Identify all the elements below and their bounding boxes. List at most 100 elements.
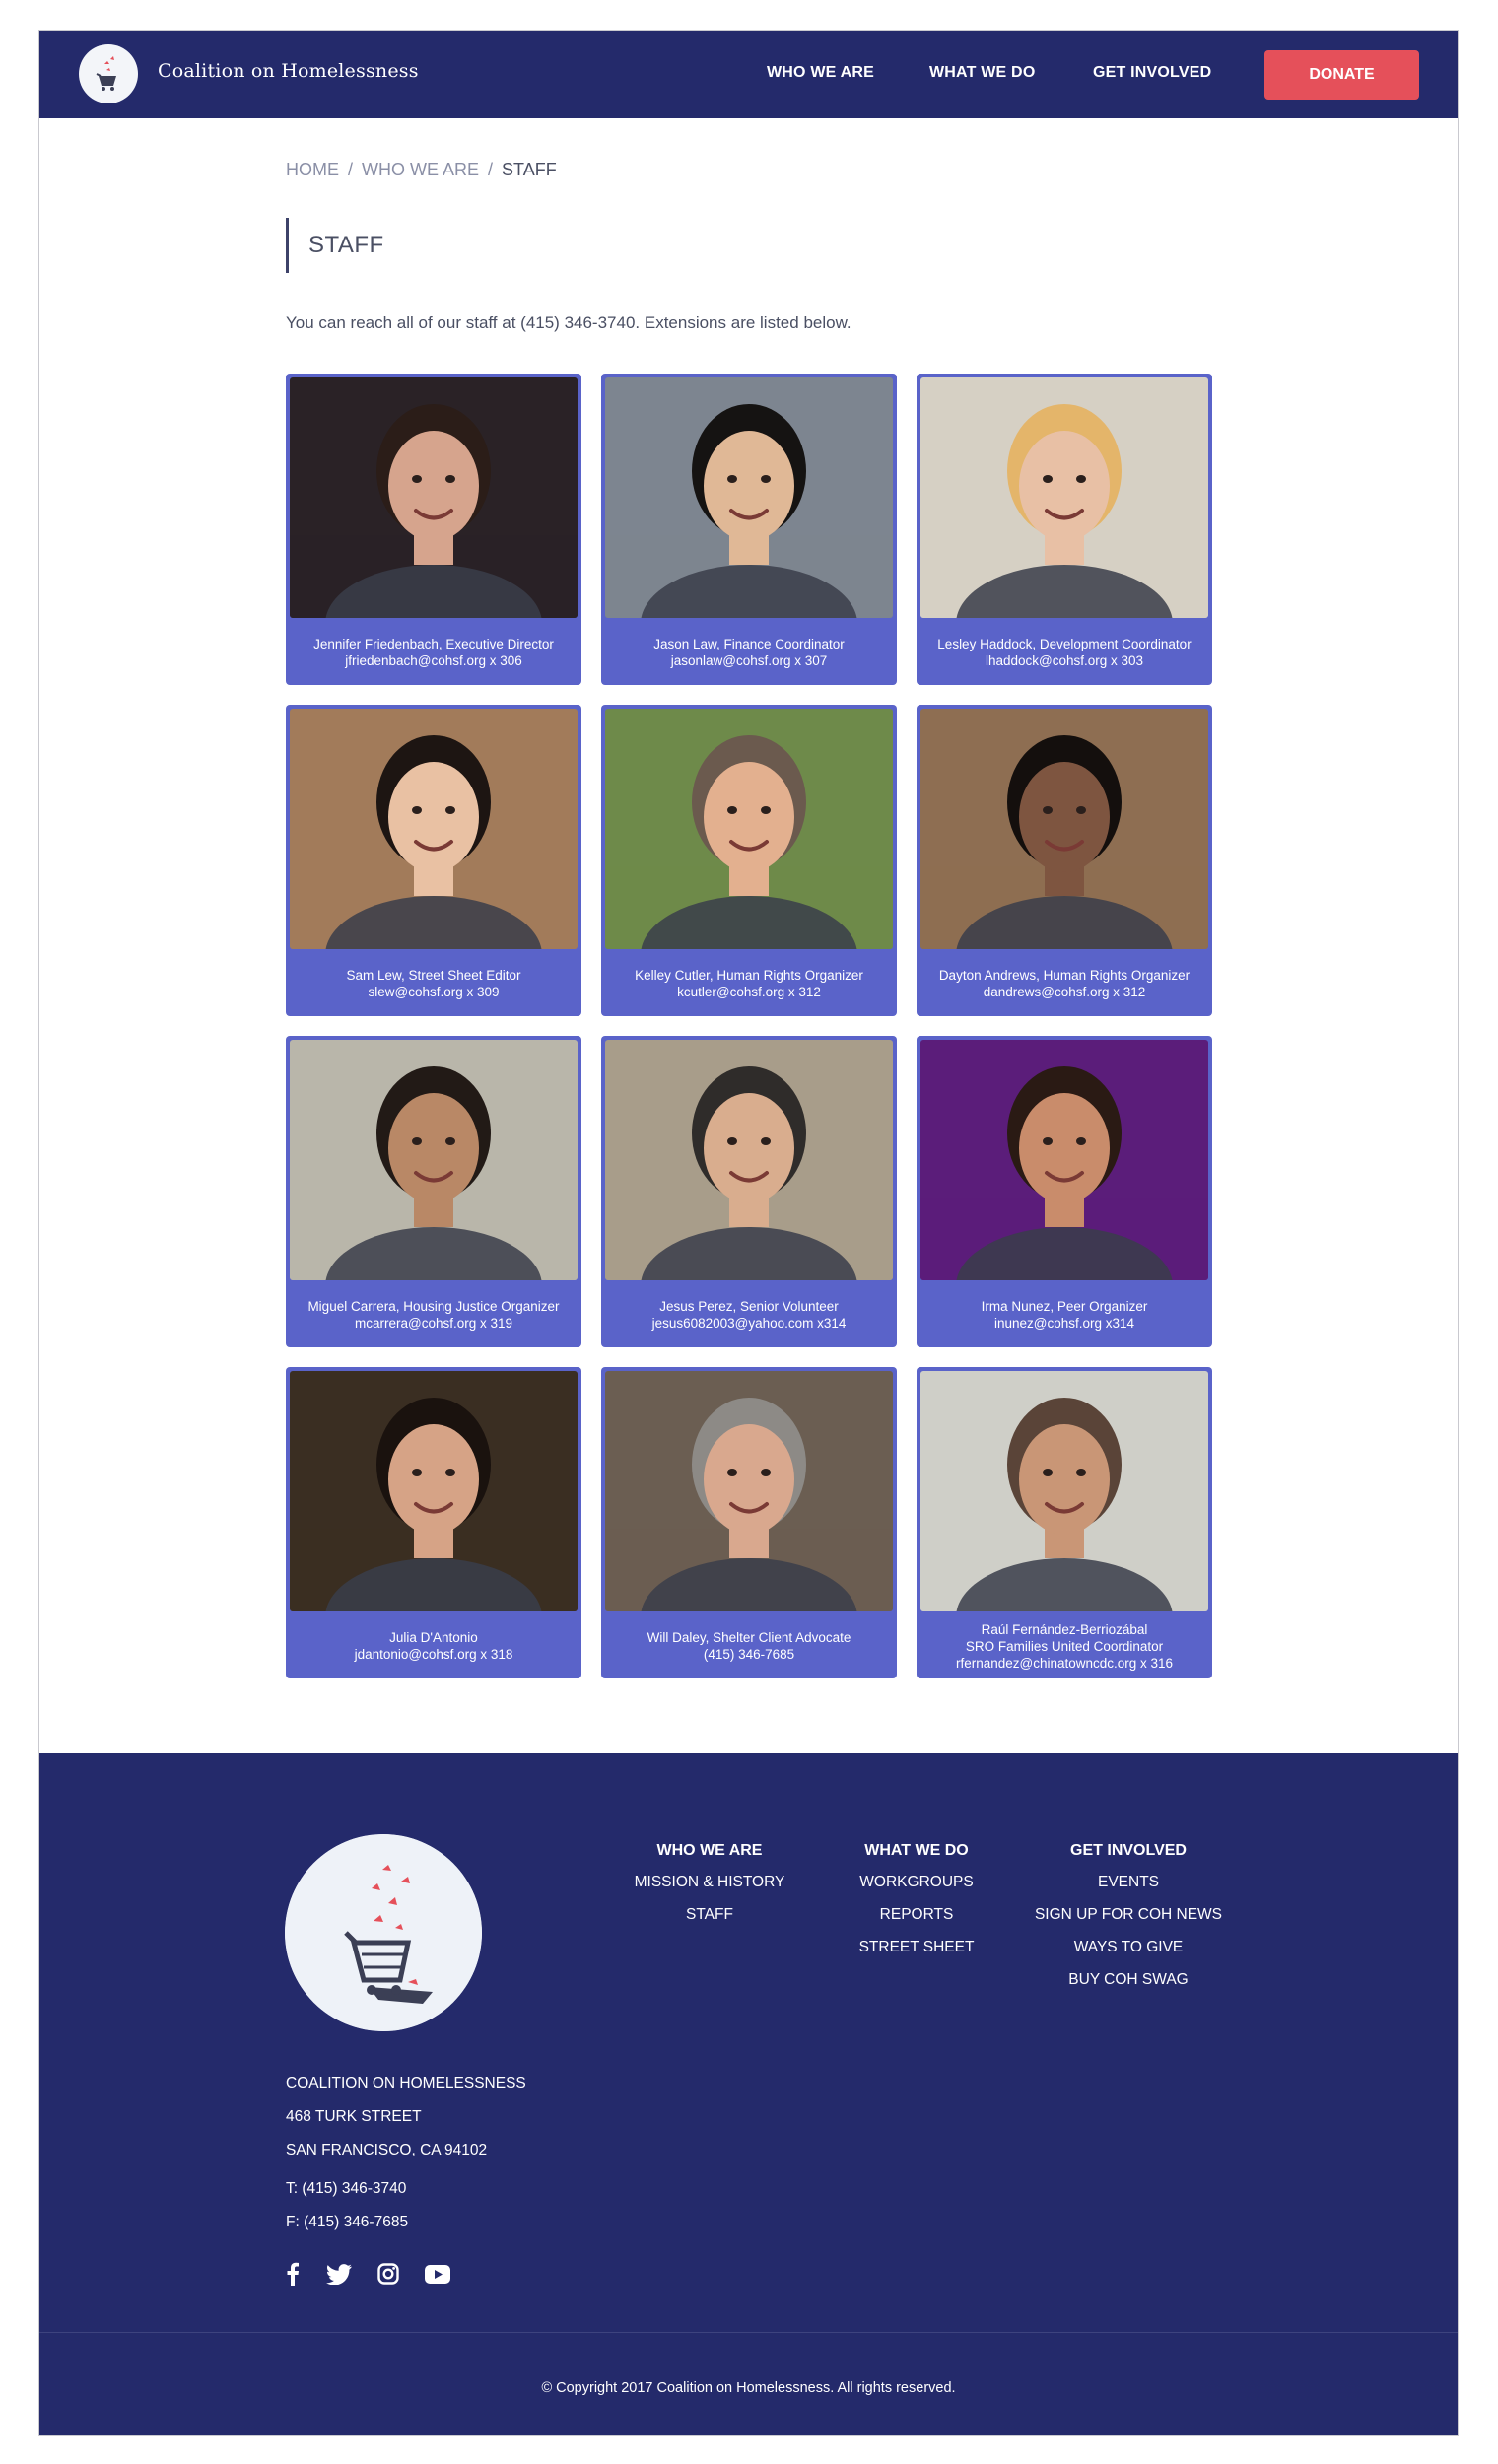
staff-caption: Miguel Carrera, Housing Justice Organize… xyxy=(290,1298,578,1332)
staff-photo xyxy=(290,377,578,618)
staff-caption: Irma Nunez, Peer Organizer inunez@cohsf.o… xyxy=(920,1298,1208,1332)
footer-col-what-we-do: WHAT WE DO WORKGROUPS REPORTS STREET SHE… xyxy=(838,1842,995,1971)
staff-card: Lesley Haddock, Development Coordinator l… xyxy=(917,374,1212,685)
footer-street: 468 TURK STREET xyxy=(286,2108,422,2125)
staff-photo xyxy=(605,1371,893,1611)
footer-link-reports[interactable]: REPORTS xyxy=(838,1906,995,1924)
staff-contact[interactable]: kcutler@cohsf.org x 312 xyxy=(605,984,893,1000)
footer-city: SAN FRANCISCO, CA 94102 xyxy=(286,2142,488,2158)
staff-photo xyxy=(920,377,1208,618)
staff-contact[interactable]: (415) 346-7685 xyxy=(605,1646,893,1663)
staff-contact[interactable]: jfriedenbach@cohsf.org x 306 xyxy=(290,652,578,669)
staff-caption: Julia D'Antonio jdantonio@cohsf.org x 318 xyxy=(290,1629,578,1663)
staff-card: Dayton Andrews, Human Rights Organizer da… xyxy=(917,705,1212,1016)
page-title-block: STAFF xyxy=(286,218,384,273)
staff-name: Julia D'Antonio xyxy=(389,1630,478,1645)
staff-contact[interactable]: slew@cohsf.org x 309 xyxy=(290,984,578,1000)
staff-card: Julia D'Antonio jdantonio@cohsf.org x 318 xyxy=(286,1367,581,1678)
staff-caption: Raúl Fernández-Berriozábal SRO Families U… xyxy=(920,1621,1208,1672)
staff-caption: Will Daley, Shelter Client Advocate (415)… xyxy=(605,1629,893,1663)
nav-who-we-are[interactable]: WHO WE ARE xyxy=(767,64,874,82)
staff-contact[interactable]: dandrews@cohsf.org x 312 xyxy=(920,984,1208,1000)
footer-fax: F: (415) 346-7685 xyxy=(286,2214,409,2230)
footer-link-events[interactable]: EVENTS xyxy=(1025,1874,1232,1891)
breadcrumb-current: STAFF xyxy=(502,160,557,179)
staff-contact[interactable]: mcarrera@cohsf.org x 319 xyxy=(290,1315,578,1332)
staff-name: Kelley Cutler, Human Rights Organizer xyxy=(635,968,863,983)
staff-card: Raúl Fernández-Berriozábal SRO Families U… xyxy=(917,1367,1212,1678)
footer-col-who-we-are: WHO WE ARE MISSION & HISTORY STAFF xyxy=(621,1842,798,1939)
footer-link-signup[interactable]: SIGN UP FOR COH NEWS xyxy=(1025,1906,1232,1924)
staff-contact[interactable]: lhaddock@cohsf.org x 303 xyxy=(920,652,1208,669)
staff-contact[interactable]: SRO Families United Coordinator xyxy=(920,1638,1208,1655)
footer-link-street-sheet[interactable]: STREET SHEET xyxy=(838,1939,995,1956)
staff-name: Raúl Fernández-Berriozábal xyxy=(981,1622,1148,1637)
nav-what-we-do[interactable]: WHAT WE DO xyxy=(929,64,1035,82)
staff-contact[interactable]: jdantonio@cohsf.org x 318 xyxy=(290,1646,578,1663)
staff-card: Irma Nunez, Peer Organizer inunez@cohsf.o… xyxy=(917,1036,1212,1347)
site-title[interactable]: Coalition on Homelessness xyxy=(158,60,419,82)
twitter-icon[interactable] xyxy=(326,2264,352,2290)
staff-name: Lesley Haddock, Development Coordinator xyxy=(937,637,1192,651)
footer-heading-get-involved[interactable]: GET INVOLVED xyxy=(1025,1842,1232,1860)
staff-caption: Dayton Andrews, Human Rights Organizer da… xyxy=(920,967,1208,1000)
staff-card: Jesus Perez, Senior Volunteer jesus608200… xyxy=(601,1036,897,1347)
footer-org-name: COALITION ON HOMELESSNESS xyxy=(286,2075,526,2091)
staff-name: Jennifer Friedenbach, Executive Director xyxy=(313,637,554,651)
staff-name: Irma Nunez, Peer Organizer xyxy=(981,1299,1148,1314)
staff-contact[interactable]: jasonlaw@cohsf.org x 307 xyxy=(605,652,893,669)
staff-contact[interactable]: inunez@cohsf.org x314 xyxy=(920,1315,1208,1332)
staff-photo xyxy=(290,709,578,949)
staff-photo xyxy=(605,1040,893,1280)
facebook-icon[interactable] xyxy=(286,2262,300,2291)
staff-photo xyxy=(605,709,893,949)
footer-link-swag[interactable]: BUY COH SWAG xyxy=(1025,1971,1232,1989)
staff-name: Jesus Perez, Senior Volunteer xyxy=(659,1299,839,1314)
staff-caption: Jason Law, Finance Coordinator jasonlaw@c… xyxy=(605,636,893,669)
staff-caption: Jennifer Friedenbach, Executive Director… xyxy=(290,636,578,669)
staff-name: Sam Lew, Street Sheet Editor xyxy=(346,968,521,983)
staff-name: Will Daley, Shelter Client Advocate xyxy=(647,1630,851,1645)
staff-photo xyxy=(290,1040,578,1280)
instagram-icon[interactable] xyxy=(377,2263,399,2290)
nav-get-involved[interactable]: GET INVOLVED xyxy=(1093,64,1211,82)
breadcrumb-home[interactable]: HOME xyxy=(286,160,339,179)
staff-caption: Jesus Perez, Senior Volunteer jesus608200… xyxy=(605,1298,893,1332)
site-header: Coalition on Homelessness WHO WE ARE WHA… xyxy=(39,31,1458,118)
breadcrumb: HOME / WHO WE ARE / STAFF xyxy=(286,160,557,180)
staff-card: Jennifer Friedenbach, Executive Director… xyxy=(286,374,581,685)
site-footer: WHO WE ARE MISSION & HISTORY STAFF WHAT … xyxy=(39,1753,1458,2435)
staff-card: Kelley Cutler, Human Rights Organizer kcu… xyxy=(601,705,897,1016)
staff-photo xyxy=(605,377,893,618)
copyright-text: © Copyright 2017 Coalition on Homelessne… xyxy=(541,2380,956,2396)
youtube-icon[interactable] xyxy=(425,2265,450,2289)
staff-card: Jason Law, Finance Coordinator jasonlaw@c… xyxy=(601,374,897,685)
staff-caption: Kelley Cutler, Human Rights Organizer kcu… xyxy=(605,967,893,1000)
staff-photo xyxy=(920,1040,1208,1280)
breadcrumb-who-we-are[interactable]: WHO WE ARE xyxy=(362,160,479,179)
staff-photo xyxy=(290,1371,578,1611)
staff-card: Sam Lew, Street Sheet Editor slew@cohsf.o… xyxy=(286,705,581,1016)
intro-text: You can reach all of our staff at (415) … xyxy=(286,313,851,332)
footer-heading-what-we-do[interactable]: WHAT WE DO xyxy=(838,1842,995,1860)
staff-name: Jason Law, Finance Coordinator xyxy=(653,637,845,651)
footer-heading-who-we-are[interactable]: WHO WE ARE xyxy=(621,1842,798,1860)
staff-caption: Lesley Haddock, Development Coordinator l… xyxy=(920,636,1208,669)
page-title: STAFF xyxy=(308,232,384,258)
breadcrumb-separator: / xyxy=(348,160,354,179)
staff-contact[interactable]: rfernandez@chinatowncdc.org x 316 xyxy=(920,1655,1208,1672)
footer-link-ways-to-give[interactable]: WAYS TO GIVE xyxy=(1025,1939,1232,1956)
footer-link-staff[interactable]: STAFF xyxy=(621,1906,798,1924)
staff-caption: Sam Lew, Street Sheet Editor slew@cohsf.o… xyxy=(290,967,578,1000)
footer-logo-icon[interactable] xyxy=(285,1834,482,2031)
staff-card: Will Daley, Shelter Client Advocate (415)… xyxy=(601,1367,897,1678)
footer-col-get-involved: GET INVOLVED EVENTS SIGN UP FOR COH NEWS… xyxy=(1025,1842,1232,2004)
logo-icon[interactable] xyxy=(79,44,138,103)
staff-contact[interactable]: jesus6082003@yahoo.com x314 xyxy=(605,1315,893,1332)
staff-photo xyxy=(920,709,1208,949)
footer-phone: T: (415) 346-3740 xyxy=(286,2180,407,2197)
footer-link-mission[interactable]: MISSION & HISTORY xyxy=(621,1874,798,1891)
footer-link-workgroups[interactable]: WORKGROUPS xyxy=(838,1874,995,1891)
footer-divider xyxy=(39,2332,1458,2333)
donate-button[interactable]: DONATE xyxy=(1264,50,1419,100)
